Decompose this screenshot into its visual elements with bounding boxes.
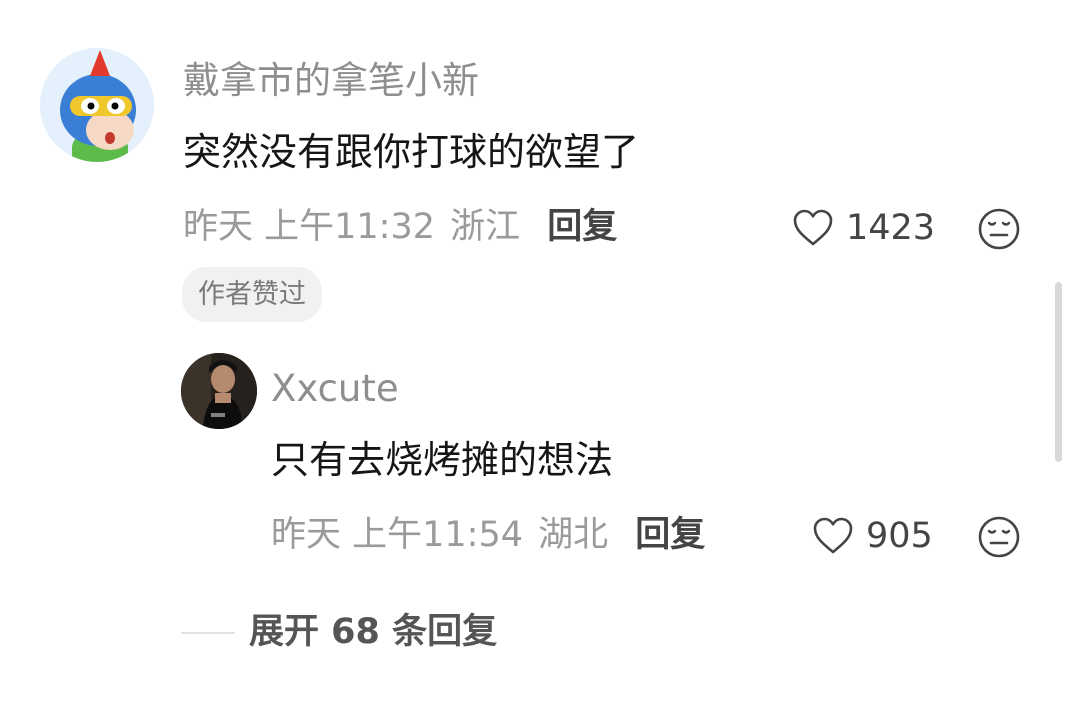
neutral-face-icon [978, 208, 1020, 250]
reply-emoji-button[interactable] [977, 515, 1021, 563]
comment-text[interactable]: 突然没有跟你打球的欲望了 [183, 133, 639, 171]
comment-time: 昨天 上午11:32 [183, 207, 435, 247]
commenter-avatar[interactable] [40, 48, 154, 162]
reply-like-button[interactable]: 905 [812, 516, 933, 556]
photo-avatar-image [181, 353, 257, 429]
reply-time: 昨天 上午11:54 [271, 515, 523, 555]
reply-meta-row: 昨天 上午11:54 湖北 回复 [271, 518, 705, 553]
replier-username[interactable]: Xxcute [271, 370, 399, 407]
replier-avatar[interactable] [181, 353, 257, 429]
commenter-username[interactable]: 戴拿市的拿笔小新 [183, 62, 479, 99]
heart-outline-icon [793, 209, 833, 246]
reply-location: 湖北 [538, 515, 609, 555]
reply-text[interactable]: 只有去烧烤摊的想法 [271, 441, 613, 479]
reply-like-count: 905 [866, 515, 933, 556]
cartoon-avatar-image [40, 48, 154, 162]
comment-reply-button[interactable]: 回复 [547, 207, 617, 247]
comment-location: 浙江 [450, 207, 521, 247]
comment-like-button[interactable]: 1423 [792, 208, 935, 248]
scrollbar-thumb[interactable] [1055, 282, 1062, 462]
expand-divider [181, 632, 235, 634]
comment-emoji-button[interactable] [977, 207, 1021, 255]
author-liked-badge: 作者赞过 [182, 267, 322, 322]
reply-reply-button[interactable]: 回复 [635, 515, 705, 555]
comment-like-count: 1423 [846, 207, 936, 248]
heart-outline-icon [813, 517, 853, 554]
expand-replies-button[interactable]: 展开 68 条回复 [249, 615, 497, 650]
neutral-face-icon [978, 516, 1020, 558]
comment-meta-row: 昨天 上午11:32 浙江 回复 [183, 210, 617, 245]
